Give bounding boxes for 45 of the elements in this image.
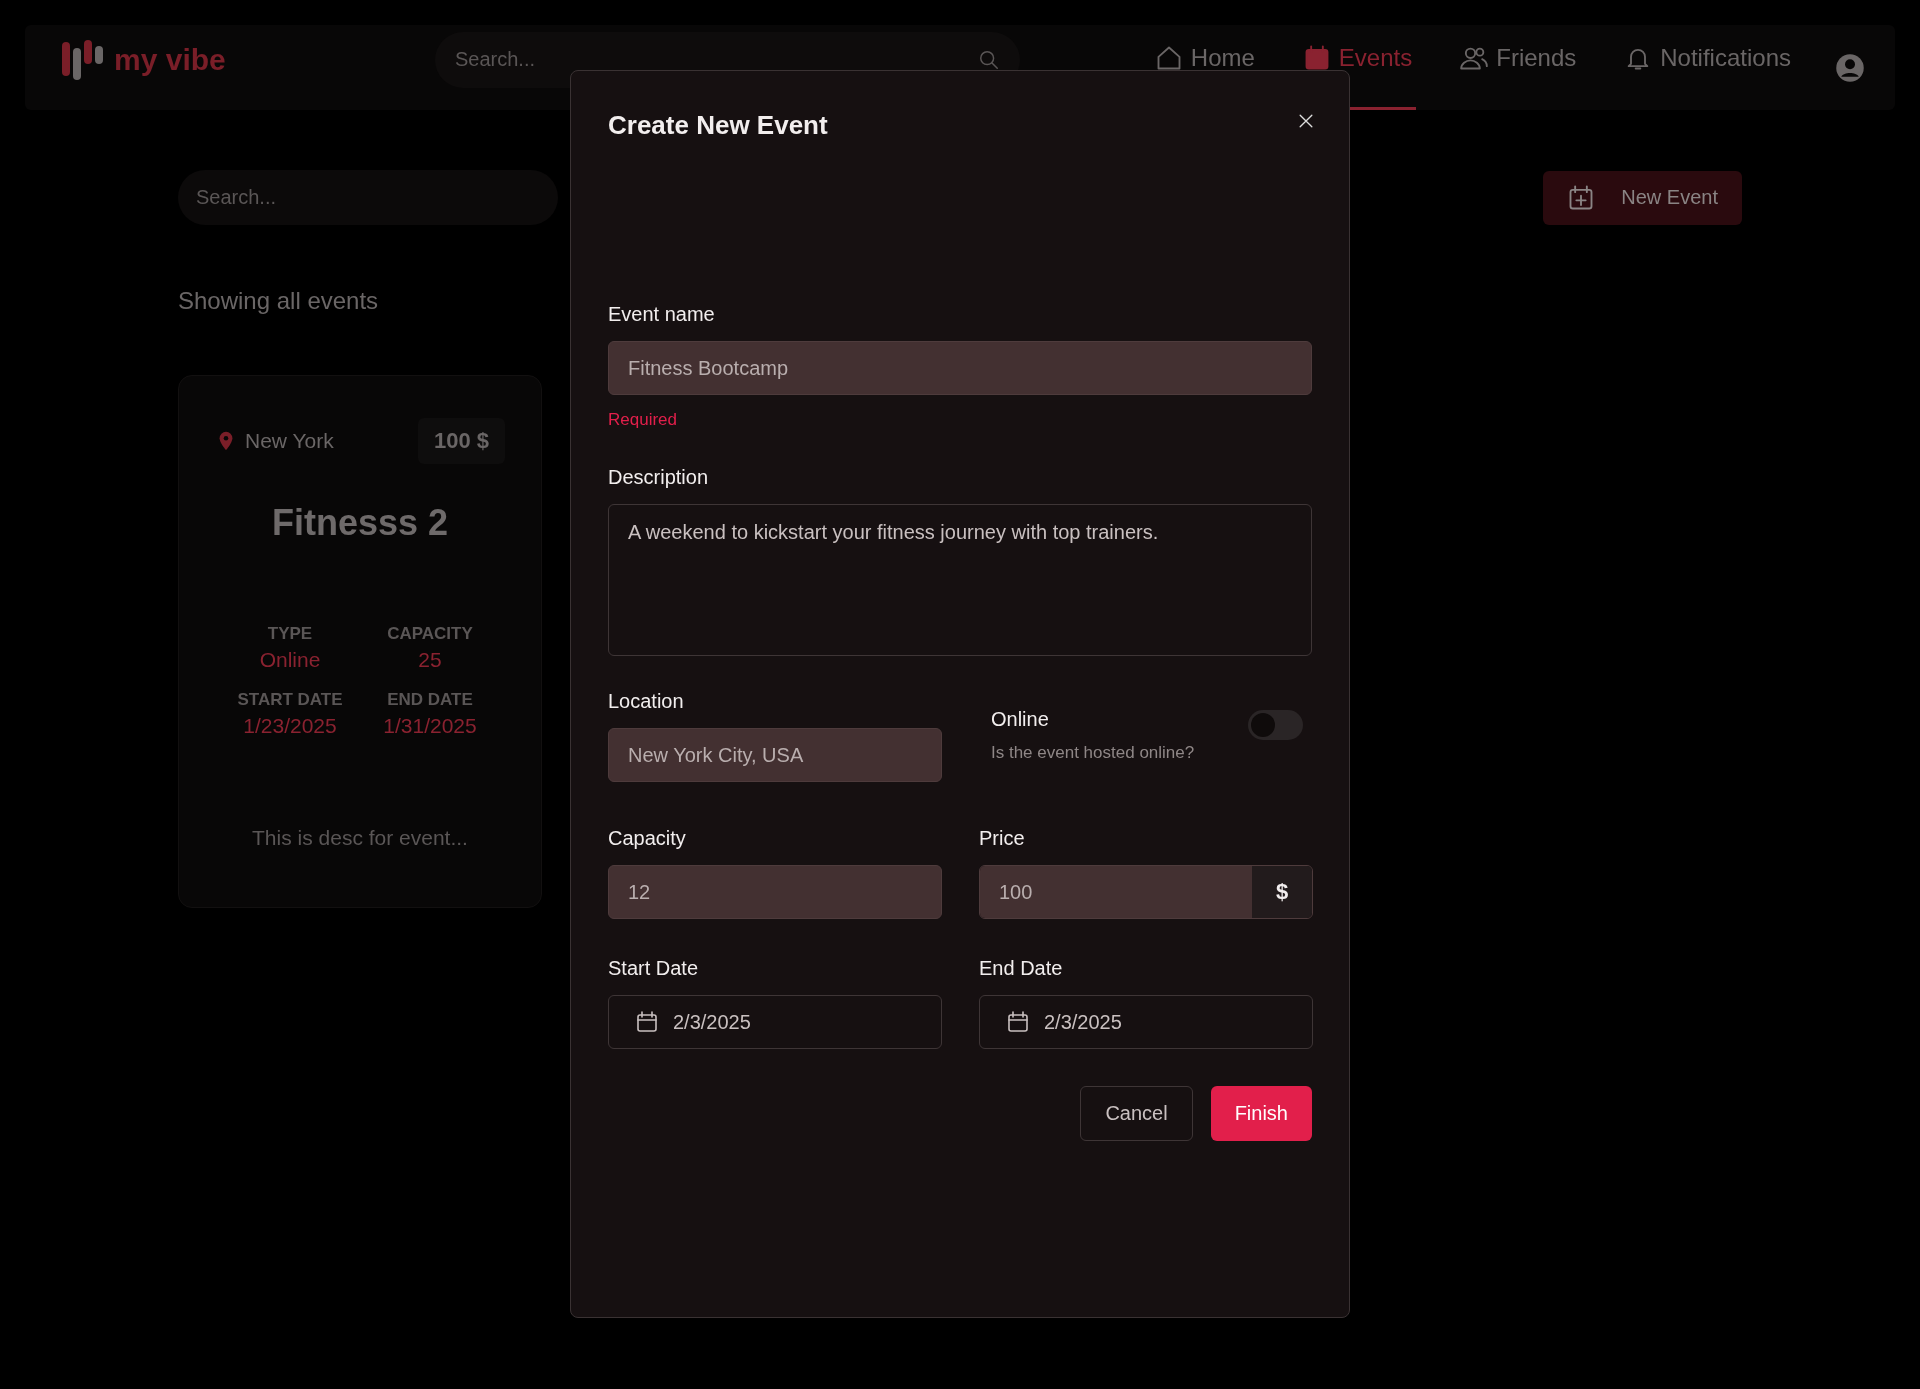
text-field[interactable]: Fitness Bootcamp	[608, 341, 1312, 395]
field-value: Online	[259, 648, 321, 672]
field-label: Capacity	[608, 827, 687, 850]
field-value: 1/23/2025	[243, 714, 337, 738]
avatar-icon[interactable]	[1835, 52, 1865, 83]
finish-button[interactable]: Finish	[1210, 1086, 1312, 1141]
nav-tab[interactable]: Home	[1150, 25, 1259, 110]
results-label: Showing all events	[178, 287, 379, 315]
field-value: 1/31/2025	[383, 714, 477, 738]
event-location: New York	[245, 429, 334, 453]
new-event-button[interactable]: New Event	[1543, 170, 1742, 225]
price-tag: 100 $	[417, 418, 505, 464]
text-field[interactable]: 12	[608, 865, 942, 919]
text-area[interactable]: A weekend to kickstart your fitness journey with top trainers.	[608, 504, 1312, 656]
event-card[interactable]: New York 100 $ Fitnesss 2 TYPE Online CAPACITY 25 START DATE 1/23/2025 END DATE 1/31/2025 This is desc for event...	[178, 375, 542, 908]
search-icon	[978, 48, 1000, 71]
search-field[interactable]: Search...	[178, 170, 558, 225]
event-title: Fitnesss 2	[271, 502, 449, 544]
field-label: Start Date	[608, 957, 700, 980]
field-label: End Date	[979, 957, 1064, 980]
field-label: END DATE	[387, 690, 473, 710]
field-label: Description	[608, 466, 710, 489]
field-label: Event name	[608, 303, 716, 326]
calendar-icon	[1006, 1010, 1030, 1034]
toggle-hint: Is the event hosted online?	[991, 743, 1195, 763]
text-field[interactable]: New York City, USA	[608, 728, 942, 782]
field-label: Location	[608, 690, 685, 713]
date-field[interactable]: 2/3/2025	[979, 995, 1313, 1049]
date-field[interactable]: 2/3/2025	[608, 995, 942, 1049]
field-label: TYPE	[267, 624, 313, 644]
toggle-label: Online	[991, 708, 1050, 731]
field-label: START DATE	[237, 690, 343, 710]
cancel-button[interactable]: Cancel	[1080, 1086, 1193, 1141]
field-label: Price	[979, 827, 1026, 850]
toggle-switch[interactable]	[1248, 710, 1303, 740]
nav-tab[interactable]: Friends	[1456, 25, 1581, 110]
nav-tab[interactable]: Notifications	[1620, 25, 1795, 110]
dialog-title: Create New Event	[608, 110, 828, 141]
logo-icon	[60, 37, 106, 82]
error-message: Required	[608, 410, 678, 430]
calendar-icon	[635, 1010, 659, 1034]
field-value: 25	[418, 648, 442, 672]
field-label: CAPACITY	[387, 624, 473, 644]
logo-text: my vibe	[114, 42, 226, 77]
event-description: This is desc for event...	[252, 826, 468, 850]
